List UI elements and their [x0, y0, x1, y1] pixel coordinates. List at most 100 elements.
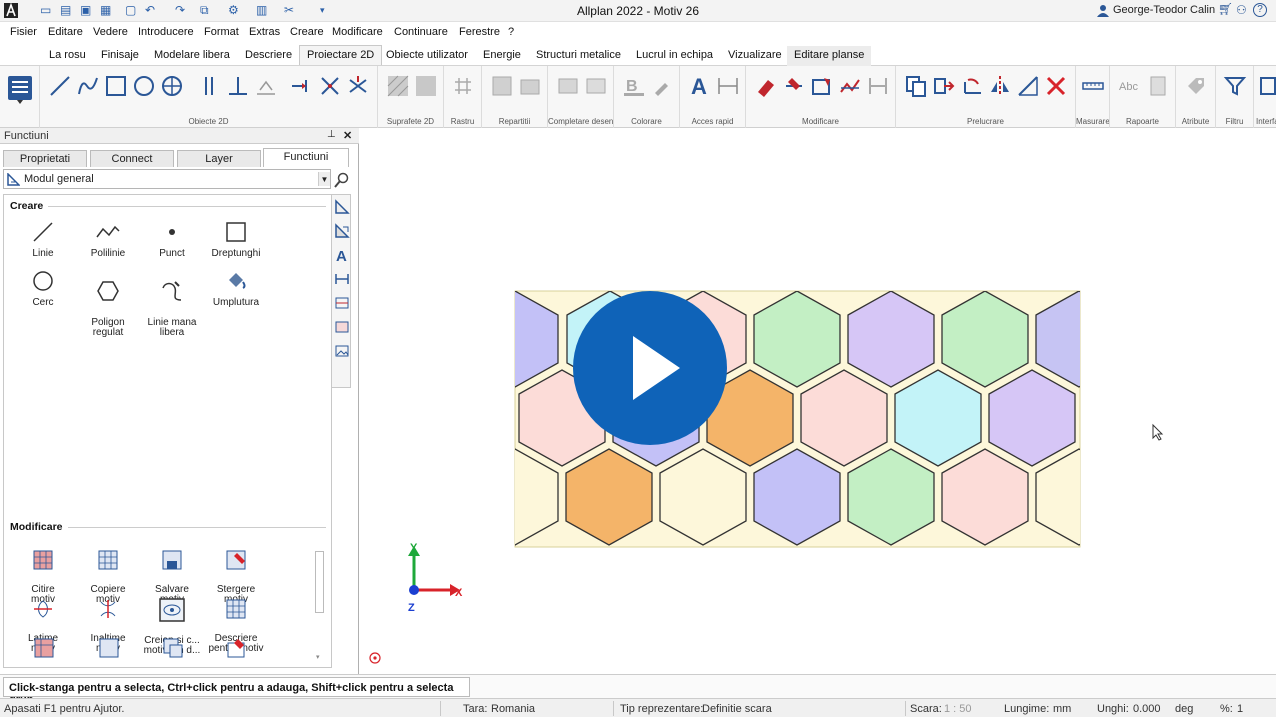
pattern-module-icon[interactable] [334, 223, 350, 239]
scrollbar[interactable] [315, 551, 324, 613]
menu-help[interactable]: ? [508, 26, 514, 38]
pattern-tool-icon[interactable] [33, 637, 55, 659]
join-icon[interactable] [866, 74, 890, 98]
interface-icon[interactable] [1258, 74, 1276, 98]
func-linie[interactable]: Linie [12, 219, 74, 259]
func-polilinie[interactable]: Polilinie [77, 219, 139, 259]
complete-drawing-icon[interactable] [556, 74, 580, 98]
func-linie-mana-libera[interactable]: Linie mana libera [141, 268, 203, 338]
func-poligon-regulat[interactable]: Poligon regulat [77, 268, 139, 338]
tab-proiectare-2d[interactable]: Proiectare 2D [299, 45, 383, 65]
menu-editare[interactable]: Editare [48, 26, 83, 38]
angle-unit[interactable]: deg [1175, 703, 1193, 715]
text-module-icon[interactable]: A [334, 247, 350, 263]
library-icon[interactable] [6, 74, 34, 102]
circle-center-icon[interactable] [160, 74, 184, 98]
chevron-down-icon[interactable]: ▼ [318, 172, 330, 186]
help-icon[interactable]: ? [1253, 3, 1267, 17]
pattern-icon[interactable] [414, 74, 438, 98]
distribute-area-icon[interactable] [518, 74, 542, 98]
intersect-icon[interactable] [346, 74, 370, 98]
func-cerc[interactable]: Cerc [12, 268, 74, 308]
offset-icon[interactable] [254, 74, 278, 98]
menu-format[interactable]: Format [204, 26, 239, 38]
user-name[interactable]: George-Teodor Calin [1113, 4, 1215, 16]
circle-icon[interactable] [132, 74, 156, 98]
delete-segment-icon[interactable] [782, 74, 806, 98]
user-icon[interactable] [1097, 4, 1109, 17]
plot-module-icon[interactable] [334, 319, 350, 335]
close-icon[interactable]: ✕ [343, 129, 352, 142]
hatch-icon[interactable] [386, 74, 410, 98]
tab-la-rosu[interactable]: La rosu [42, 46, 93, 66]
rectangle-icon[interactable] [104, 74, 128, 98]
chevron-down-icon[interactable] [17, 100, 23, 104]
country-value[interactable]: Romania [491, 703, 535, 715]
menu-extras[interactable]: Extras [249, 26, 280, 38]
general-module-icon[interactable] [334, 199, 350, 215]
scale-icon[interactable] [1016, 74, 1040, 98]
tab-modelare-libera[interactable]: Modelare libera [147, 46, 237, 66]
tab-vizualizare[interactable]: Vizualizare [721, 46, 789, 66]
attribute-icon[interactable] [1184, 74, 1208, 98]
account-icon[interactable]: ⚇ [1236, 3, 1247, 17]
modify-line-icon[interactable] [838, 74, 862, 98]
extend-icon[interactable] [290, 74, 314, 98]
image-module-icon[interactable] [334, 343, 350, 359]
module-select[interactable]: Modul general ▼ [3, 169, 331, 189]
menu-ferestre[interactable]: Ferestre [459, 26, 500, 38]
move-icon[interactable] [932, 74, 956, 98]
func-umplutura[interactable]: Umplutura [205, 268, 267, 308]
snap-marker-icon[interactable] [369, 652, 381, 664]
tab-proprietati[interactable]: Proprietati [3, 150, 87, 167]
pattern-move-icon[interactable] [162, 637, 184, 659]
measure-icon[interactable] [1081, 74, 1105, 98]
menu-continuare[interactable]: Continuare [394, 26, 448, 38]
tab-connect[interactable]: Connect [90, 150, 174, 167]
line-icon[interactable] [48, 74, 72, 98]
menu-fisier[interactable]: Fisier [10, 26, 37, 38]
scroll-down-icon[interactable]: ▾ [316, 653, 320, 661]
frame-icon[interactable] [584, 74, 608, 98]
tab-obiecte-utilizator[interactable]: Obiecte utilizator [379, 46, 475, 66]
mirror-icon[interactable] [988, 74, 1012, 98]
shop-cart-icon[interactable]: 🛒︎ [1218, 2, 1233, 16]
dimension-module-icon[interactable] [334, 271, 350, 287]
menu-creare[interactable]: Creare [290, 26, 324, 38]
rotate-icon[interactable] [960, 74, 984, 98]
modify-points-icon[interactable] [810, 74, 834, 98]
func-dreptunghi[interactable]: Dreptunghi [205, 219, 267, 259]
parallel-icon[interactable] [198, 74, 222, 98]
delete-icon[interactable] [1044, 74, 1068, 98]
search-icon[interactable] [334, 172, 350, 188]
pin-icon[interactable]: ⊥ [327, 129, 336, 140]
tab-functiuni[interactable]: Functiuni [263, 148, 349, 167]
angle-value[interactable]: 0.000 [1133, 703, 1161, 715]
color-bucket-icon[interactable]: B [622, 74, 646, 98]
scale-value[interactable]: 1 : 50 [944, 703, 972, 715]
repr-value[interactable]: Definitie scara [702, 703, 772, 715]
tab-layer[interactable]: Layer [177, 150, 261, 167]
drawing-canvas[interactable]: X Y Z [360, 128, 1276, 674]
trim-icon[interactable] [318, 74, 342, 98]
abc-icon[interactable]: Abc [1118, 74, 1142, 98]
menu-introducere[interactable]: Introducere [138, 26, 194, 38]
pattern-area-icon[interactable] [98, 637, 120, 659]
tab-structuri-metalice[interactable]: Structuri metalice [529, 46, 628, 66]
tab-lucrul-in-echipa[interactable]: Lucrul in echipa [629, 46, 720, 66]
tab-finisaje[interactable]: Finisaje [94, 46, 146, 66]
play-button[interactable] [573, 291, 727, 445]
report-icon[interactable] [1146, 74, 1170, 98]
func-punct[interactable]: Punct [141, 219, 203, 259]
perpendicular-icon[interactable] [226, 74, 250, 98]
tab-descriere[interactable]: Descriere [238, 46, 299, 66]
menu-vedere[interactable]: Vedere [93, 26, 128, 38]
length-unit[interactable]: mm [1053, 703, 1071, 715]
text-icon[interactable]: A [688, 74, 712, 98]
eyedropper-icon[interactable] [650, 74, 674, 98]
tab-energie[interactable]: Energie [476, 46, 528, 66]
distribute-icon[interactable] [490, 74, 514, 98]
percent-value[interactable]: 1 [1237, 703, 1243, 715]
menu-modificare[interactable]: Modificare [332, 26, 383, 38]
layout-module-icon[interactable] [334, 295, 350, 311]
